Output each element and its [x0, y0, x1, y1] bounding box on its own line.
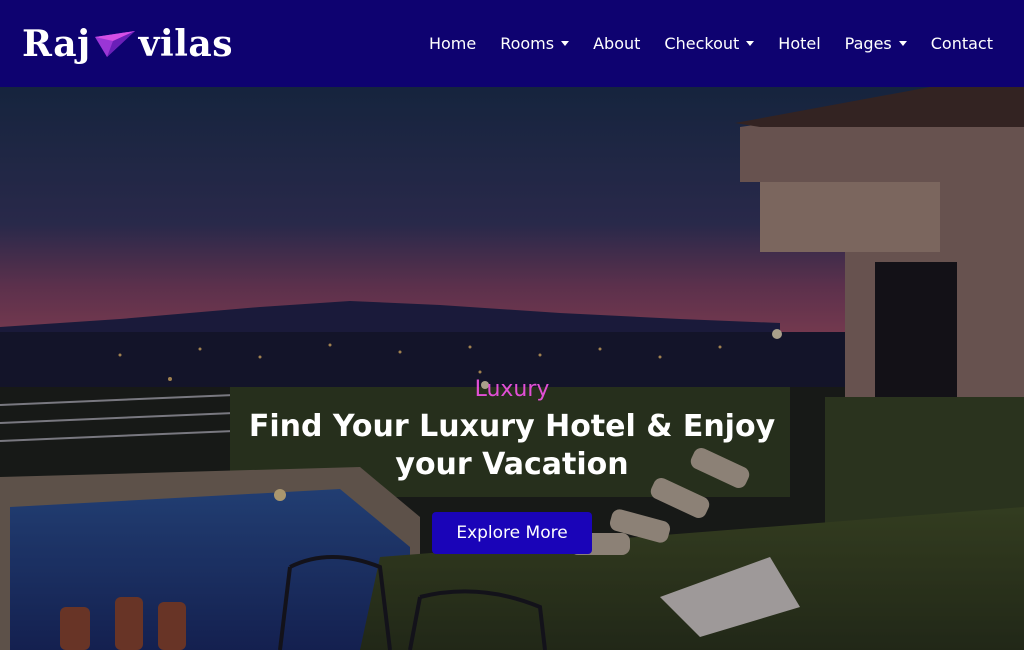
brand-logo[interactable]: Raj vilas [22, 23, 233, 65]
top-navbar: Raj vilas Home Rooms About Checkout Hote… [0, 0, 1024, 87]
hero-headline-line2: your Vacation [395, 447, 629, 482]
caret-down-icon [898, 41, 907, 46]
hero-headline-line1: Find Your Luxury Hotel & Enjoy [248, 409, 776, 444]
hero-content: Luxury Find Your Luxury Hotel & Enjoy yo… [0, 377, 1024, 554]
nav-rooms[interactable]: Rooms [500, 34, 570, 53]
nav-pages[interactable]: Pages [845, 34, 907, 53]
hero-eyebrow: Luxury [474, 377, 550, 402]
nav-checkout[interactable]: Checkout [664, 34, 755, 53]
brand-name-part2: vilas [138, 22, 233, 65]
nav-checkout-label: Checkout [664, 34, 740, 53]
paper-plane-logo-icon [94, 30, 135, 57]
nav-contact[interactable]: Contact [931, 34, 993, 53]
explore-more-button[interactable]: Explore More [432, 512, 592, 554]
brand-name-part1: Raj [22, 22, 91, 65]
nav-rooms-label: Rooms [500, 34, 555, 53]
caret-down-icon [746, 41, 755, 46]
nav-contact-label: Contact [930, 34, 993, 53]
nav-pages-label: Pages [844, 34, 892, 53]
nav-hotel[interactable]: Hotel [778, 34, 820, 53]
hero-overlay [0, 87, 1024, 650]
main-nav: Home Rooms About Checkout Hotel Pages Co… [429, 34, 993, 53]
caret-down-icon [561, 41, 570, 46]
hero-headline: Find Your Luxury Hotel & Enjoy your Vaca… [0, 408, 1024, 484]
hero-banner: Luxury Find Your Luxury Hotel & Enjoy yo… [0, 87, 1024, 650]
nav-hotel-label: Hotel [778, 34, 821, 53]
nav-home-label: Home [428, 34, 477, 53]
nav-about[interactable]: About [593, 34, 640, 53]
nav-home[interactable]: Home [429, 34, 476, 53]
nav-about-label: About [593, 34, 641, 53]
